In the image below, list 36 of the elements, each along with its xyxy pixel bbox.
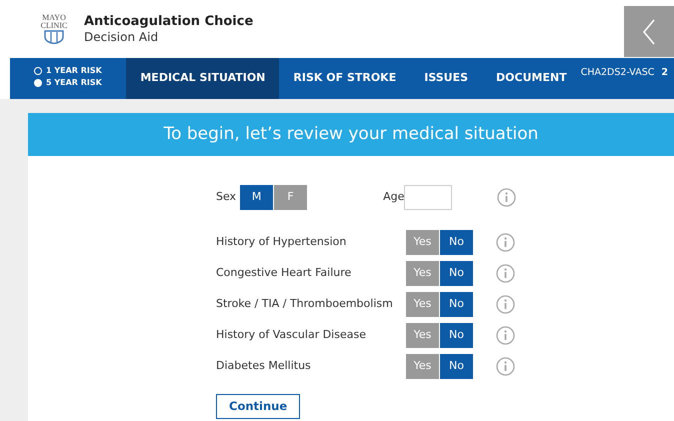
risk-radio[interactable]: 5 YEAR RISK: [34, 77, 126, 88]
nav-tab[interactable]: DOCUMENT: [482, 58, 581, 99]
toggle-button[interactable]: No: [440, 323, 473, 348]
app-subtitle: Decision Aid: [84, 30, 160, 44]
question-label: Congestive Heart Failure: [216, 265, 352, 282]
age-field[interactable]: [404, 185, 452, 210]
info-icon[interactable]: [496, 357, 515, 376]
question-label: History of Hypertension: [216, 234, 348, 250]
nav-tab[interactable]: RISK OF STROKE: [279, 58, 410, 99]
back-button[interactable]: [624, 6, 674, 57]
toggle-button[interactable]: No: [440, 261, 473, 286]
question-label: Stroke / TIA / Thromboembolism: [216, 296, 394, 312]
score-label: CHA2DS2-VASC 2: [580, 66, 669, 80]
info-icon[interactable]: [496, 233, 515, 252]
toggle-button[interactable]: No: [440, 292, 473, 317]
toggle-button[interactable]: No: [440, 354, 473, 379]
nav-tab[interactable]: ISSUES: [410, 58, 482, 99]
risk-radio[interactable]: 1 YEAR RISK: [34, 65, 126, 76]
banner-heading: To begin, let’s review your medical situation: [28, 113, 674, 156]
info-icon[interactable]: [496, 295, 515, 314]
info-icon[interactable]: [497, 188, 516, 208]
field-label: Age: [383, 189, 404, 206]
question-label: Diabetes Mellitus: [216, 358, 312, 374]
toggle-button[interactable]: No: [440, 230, 473, 255]
nav-tab[interactable]: MEDICAL SITUATION: [126, 58, 280, 99]
info-icon[interactable]: [496, 264, 515, 284]
continue-button[interactable]: Continue: [216, 394, 300, 420]
shield-logo-icon: [43, 30, 65, 44]
field-label: Sex: [216, 189, 236, 206]
logo-text: MAYO: [42, 14, 66, 22]
logo-text: CLINIC: [40, 22, 68, 30]
toggle-button[interactable]: M: [240, 185, 274, 210]
info-icon[interactable]: [496, 326, 515, 346]
chevron-left-icon: [642, 18, 656, 44]
app-title: Anticoagulation Choice: [84, 14, 254, 30]
question-label: History of Vascular Disease: [216, 327, 367, 344]
